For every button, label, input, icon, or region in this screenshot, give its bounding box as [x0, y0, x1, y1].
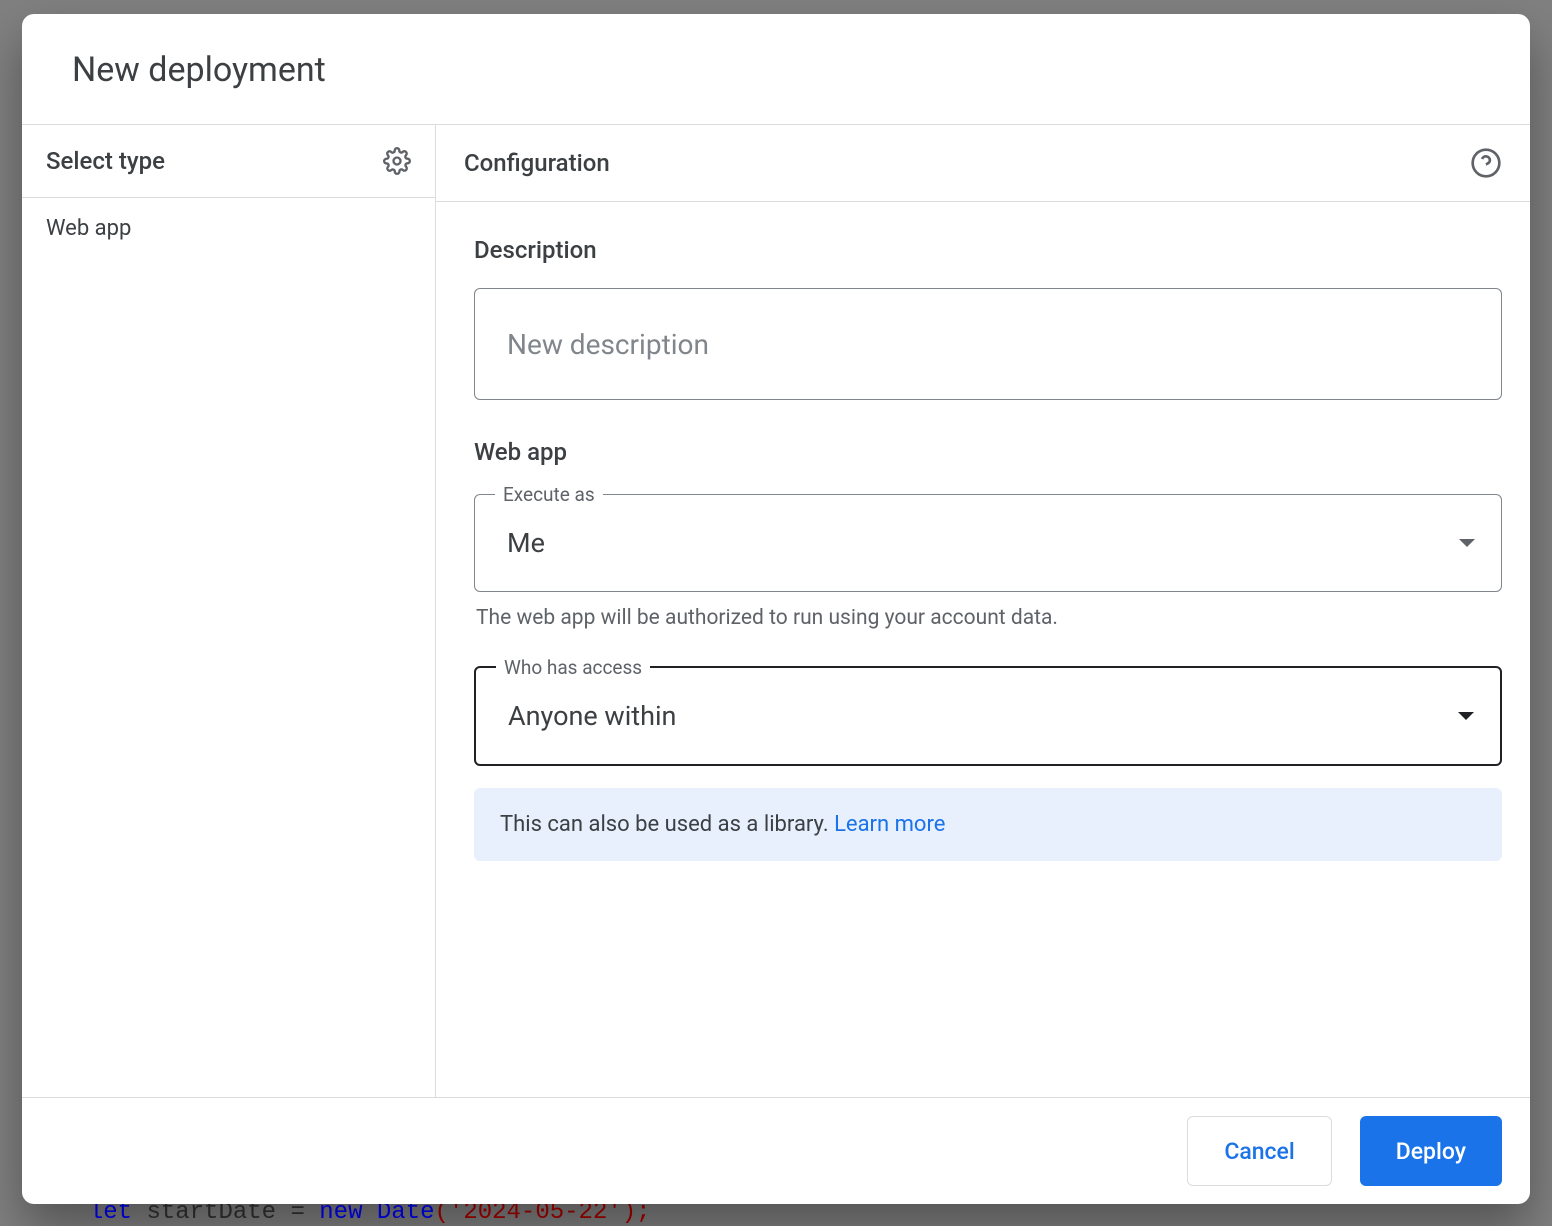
execute-as-select[interactable]: Execute as Me — [474, 494, 1502, 592]
modal-body: Select type Web app Configuration Descri… — [22, 125, 1530, 1097]
chevron-down-icon — [1459, 539, 1475, 547]
new-deployment-modal: New deployment Select type Web app Confi… — [22, 14, 1530, 1204]
gear-icon[interactable] — [383, 147, 411, 175]
learn-more-link[interactable]: Learn more — [834, 812, 945, 837]
description-label: Description — [474, 236, 1502, 264]
modal-footer: Cancel Deploy — [22, 1097, 1530, 1204]
execute-as-label: Execute as — [495, 483, 603, 506]
description-input[interactable] — [474, 288, 1502, 400]
help-icon[interactable] — [1470, 147, 1502, 179]
sidebar-item-webapp[interactable]: Web app — [22, 198, 435, 259]
deploy-button[interactable]: Deploy — [1360, 1116, 1502, 1186]
access-label: Who has access — [496, 656, 650, 679]
main-panel: Configuration Description Web app Execut… — [436, 125, 1530, 1097]
main-header: Configuration — [436, 125, 1530, 202]
sidebar-title: Select type — [46, 147, 165, 175]
access-value: Anyone within — [508, 700, 676, 732]
modal-header: New deployment — [22, 14, 1530, 125]
webapp-section-label: Web app — [474, 438, 1502, 466]
execute-as-value: Me — [507, 527, 545, 559]
configuration-title: Configuration — [464, 149, 610, 177]
access-select[interactable]: Who has access Anyone within — [474, 666, 1502, 766]
sidebar: Select type Web app — [22, 125, 436, 1097]
modal-title: New deployment — [72, 50, 1480, 90]
info-text: This can also be used as a library. — [500, 812, 834, 837]
sidebar-header: Select type — [22, 125, 435, 198]
execute-as-helper: The web app will be authorized to run us… — [474, 606, 1502, 630]
library-info-banner: This can also be used as a library. Lear… — [474, 788, 1502, 861]
cancel-button[interactable]: Cancel — [1187, 1116, 1331, 1186]
chevron-down-icon — [1458, 712, 1474, 720]
configuration-form: Description Web app Execute as Me The we… — [436, 202, 1530, 1097]
